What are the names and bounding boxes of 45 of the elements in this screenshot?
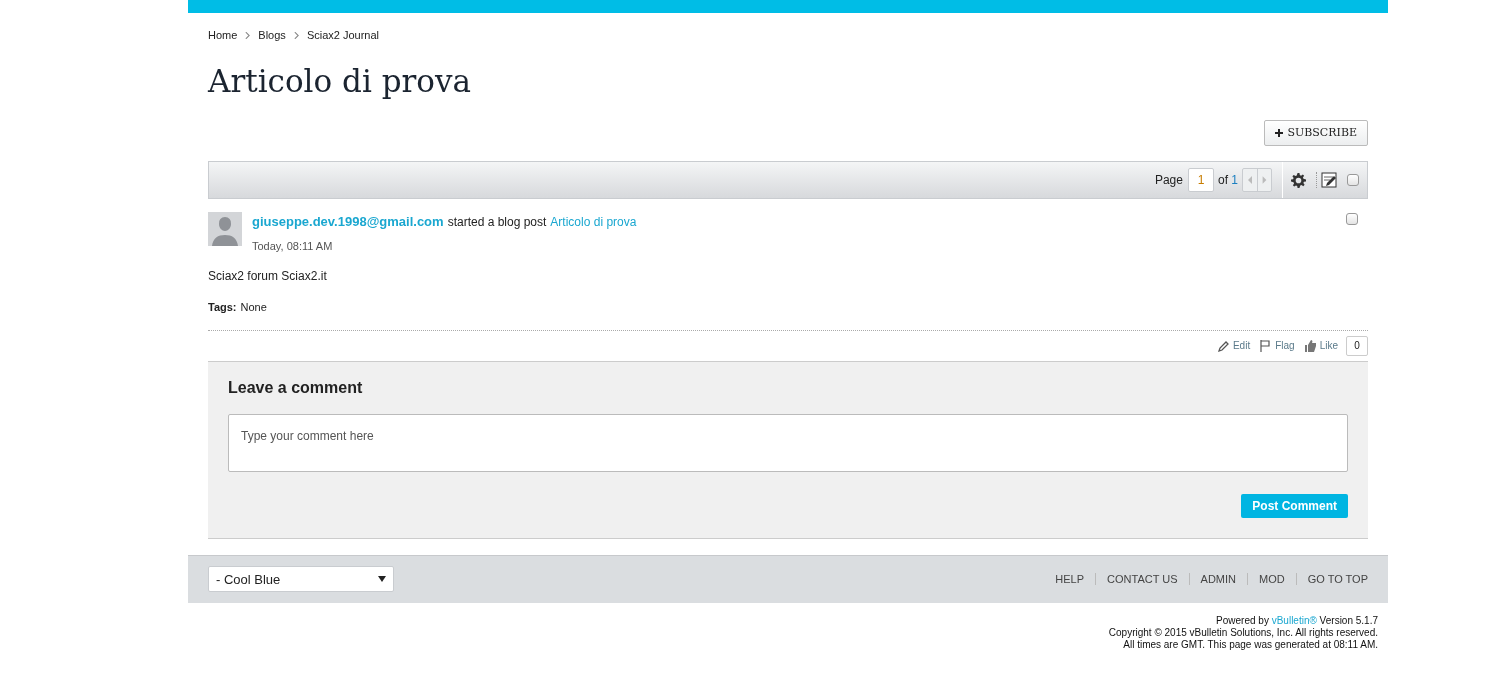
footer-link[interactable]: MOD: [1259, 571, 1285, 588]
dropdown-caret-icon: [378, 576, 386, 583]
flag-link[interactable]: Flag: [1260, 338, 1295, 354]
page-total: of 1: [1217, 172, 1238, 190]
edit-link[interactable]: Edit: [1217, 338, 1251, 354]
footer-link[interactable]: GO TO TOP: [1307, 571, 1368, 588]
post-time: Today, 08:11 AM: [252, 238, 333, 254]
copyright-text: All times are GMT. This page was generated at 08:11 AM.: [1123, 638, 1378, 651]
page-number-field[interactable]: 1: [1187, 168, 1214, 193]
style-select[interactable]: - Cool Blue: [208, 566, 394, 593]
pencil-icon: [1217, 339, 1230, 352]
footer-link[interactable]: HELP: [1055, 571, 1085, 588]
page-nav-buttons[interactable]: [1242, 168, 1272, 193]
post-body: Sciax2 forum Sciax2.it: [208, 268, 327, 286]
divider: [1247, 573, 1248, 586]
page-label: Page: [1154, 172, 1183, 190]
avatar-silhouette-icon: [208, 212, 242, 247]
footer-link[interactable]: ADMIN: [1200, 571, 1236, 588]
flag-icon: [1260, 339, 1273, 352]
breadcrumb-link[interactable]: Blogs: [258, 27, 286, 44]
page-title: Articolo di prova: [208, 61, 471, 101]
tags-label: Tags:: [208, 300, 237, 316]
powered-by-text: Powered by vBulletin® Version 5.1.7: [1216, 614, 1378, 627]
checkbox[interactable]: [1346, 213, 1358, 226]
footer-link[interactable]: CONTACT US: [1107, 571, 1178, 588]
post-action-text: started a blog post: [447, 214, 547, 232]
like-link[interactable]: Like: [1304, 338, 1338, 354]
like-count: 0: [1346, 335, 1368, 356]
subscribe-button[interactable]: SUBSCRIBE: [1264, 120, 1368, 147]
copyright-text: Copyright © 2015 vBulletin Solutions, Inc. All rights reserved.: [1108, 626, 1378, 639]
chevron-icon: [245, 31, 251, 39]
checkbox[interactable]: [1347, 174, 1359, 187]
settings-icon[interactable]: [1291, 172, 1306, 188]
thumbs-up-icon: [1304, 339, 1317, 352]
breadcrumb-link[interactable]: Sciax2 Journal: [306, 27, 380, 44]
plus-icon: [1275, 129, 1284, 138]
edit-post-icon[interactable]: [1316, 172, 1337, 189]
chevron-icon: [293, 31, 299, 39]
tags-value: None: [240, 300, 267, 316]
divider: [1188, 573, 1190, 586]
divider: [1295, 573, 1297, 586]
divider: [1095, 573, 1097, 586]
comment-field[interactable]: Type your comment here: [228, 413, 1348, 472]
comment-heading: Leave a comment: [228, 377, 363, 398]
breadcrumb-link[interactable]: Home: [208, 27, 238, 44]
